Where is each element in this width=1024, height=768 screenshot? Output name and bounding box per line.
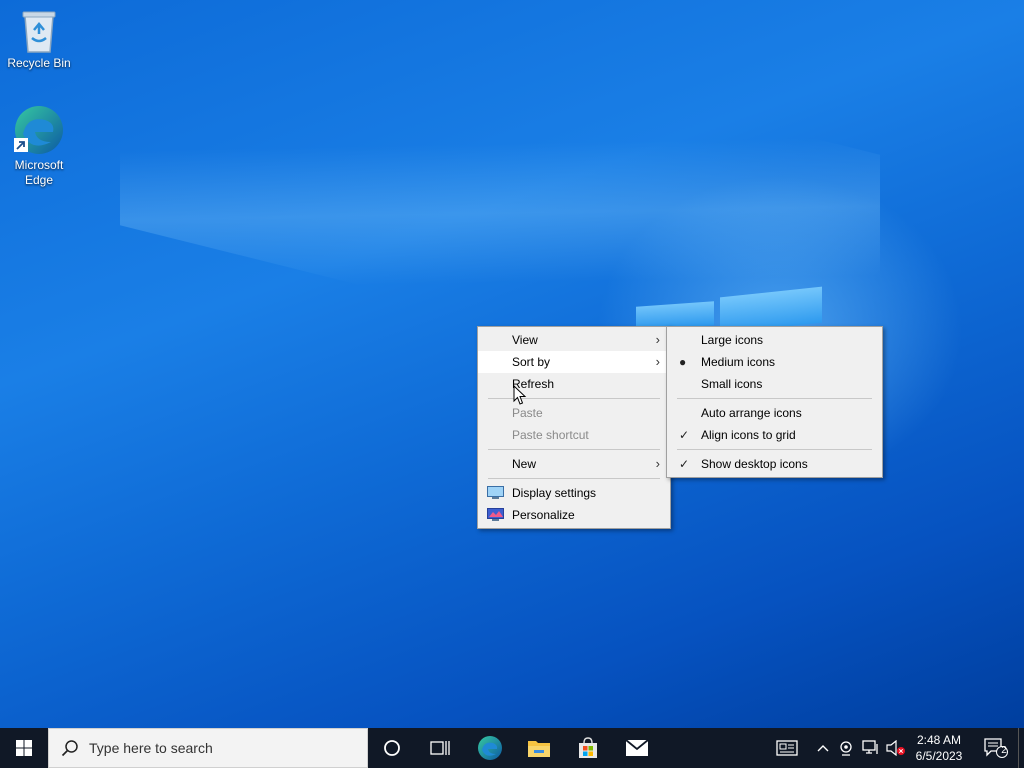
edge-icon: [14, 106, 63, 154]
chevron-right-icon: ›: [655, 332, 660, 347]
personalize-icon: [487, 508, 504, 521]
menu-item-label: New: [512, 457, 537, 471]
store-bag-icon: [579, 737, 597, 758]
windows-logo-icon: [16, 740, 32, 756]
desktop-icon-recycle-bin[interactable]: Recycle Bin: [1, 8, 77, 71]
submenu-item-align-to-grid[interactable]: ✓ Align icons to grid: [667, 424, 882, 446]
start-button[interactable]: [0, 728, 48, 768]
menu-item-label: Paste shortcut: [512, 428, 589, 442]
tray-news-widget[interactable]: [770, 728, 804, 768]
menu-item-new[interactable]: New ›: [478, 453, 670, 475]
taskbar-mail-button[interactable]: [613, 728, 661, 768]
submenu-item-show-desktop-icons[interactable]: ✓ Show desktop icons: [667, 453, 882, 475]
taskbar-file-explorer-button[interactable]: [515, 728, 563, 768]
mail-icon: [625, 739, 649, 756]
menu-item-label: View: [512, 333, 538, 347]
search-icon: [61, 740, 78, 757]
menu-item-label: Small icons: [701, 377, 763, 391]
chevron-right-icon: ›: [655, 456, 660, 471]
show-desktop-button[interactable]: [1018, 728, 1024, 768]
menu-item-label: Sort by: [512, 355, 551, 369]
menu-item-paste: Paste: [478, 402, 670, 424]
tray-show-hidden-icons[interactable]: [812, 728, 834, 768]
clock-time: 2:48 AM: [916, 733, 962, 747]
tray-clock[interactable]: 2:48 AM 6/5/2023: [910, 728, 968, 768]
cortana-button[interactable]: [368, 728, 416, 768]
menu-item-label: Personalize: [512, 508, 575, 522]
bullet-icon: ●: [679, 355, 687, 369]
desktop-icon-label: Microsoft Edge: [14, 158, 64, 187]
submenu-item-large-icons[interactable]: Large icons: [667, 329, 882, 351]
display-settings-icon: [487, 486, 504, 499]
news-icon: [776, 740, 798, 756]
view-submenu: Large icons ● Medium icons Small icons A…: [666, 326, 883, 478]
folder-icon: [528, 741, 550, 757]
taskbar-search-box[interactable]: Type here to search: [48, 728, 368, 768]
chevron-right-icon: ›: [655, 354, 660, 369]
menu-separator: [677, 398, 872, 399]
menu-item-label: Auto arrange icons: [701, 406, 802, 420]
task-view-button[interactable]: [416, 728, 464, 768]
search-placeholder: Type here to search: [89, 740, 213, 756]
network-icon: [862, 740, 878, 754]
desktop-icon-label: Recycle Bin: [7, 56, 71, 70]
task-view-icon: [430, 741, 450, 755]
menu-item-label: Medium icons: [701, 355, 776, 369]
submenu-item-medium-icons[interactable]: ● Medium icons: [667, 351, 882, 373]
menu-item-refresh[interactable]: Refresh: [478, 373, 670, 395]
tray-volume[interactable]: [884, 728, 908, 768]
desktop-icon-microsoft-edge[interactable]: Microsoft Edge: [1, 104, 77, 188]
tray-meet-now[interactable]: [836, 728, 858, 768]
submenu-item-auto-arrange[interactable]: Auto arrange icons: [667, 402, 882, 424]
chevron-up-icon: [817, 745, 829, 752]
recycle-bin-icon: [22, 11, 56, 53]
submenu-item-small-icons[interactable]: Small icons: [667, 373, 882, 395]
menu-item-label: Large icons: [701, 333, 764, 347]
taskbar: Type here to search 2:48 AM 6/5/2023 2: [0, 728, 1024, 768]
cortana-circle-icon: [384, 740, 400, 756]
menu-separator: [488, 478, 660, 479]
menu-item-display-settings[interactable]: Display settings: [478, 482, 670, 504]
menu-item-personalize[interactable]: Personalize: [478, 504, 670, 526]
webcam-icon: [840, 741, 852, 756]
taskbar-edge-button[interactable]: [466, 728, 514, 768]
menu-item-label: Display settings: [512, 486, 597, 500]
menu-item-label: Show desktop icons: [701, 457, 808, 471]
tray-network[interactable]: [860, 728, 882, 768]
mouse-cursor-icon: [513, 385, 527, 405]
desktop-context-menu: View › Sort by › Refresh Paste Paste sho…: [477, 326, 671, 529]
taskbar-store-button[interactable]: [564, 728, 612, 768]
menu-item-label: Align icons to grid: [701, 428, 796, 442]
volume-muted-icon: [886, 740, 905, 756]
checkmark-icon: ✓: [679, 428, 690, 442]
menu-item-label: Paste: [512, 406, 543, 420]
menu-separator: [677, 449, 872, 450]
clock-date: 6/5/2023: [915, 749, 963, 763]
menu-item-sort-by[interactable]: Sort by ›: [478, 351, 670, 373]
menu-item-view[interactable]: View ›: [478, 329, 670, 351]
menu-item-paste-shortcut: Paste shortcut: [478, 424, 670, 446]
edge-icon: [478, 736, 502, 760]
menu-separator: [488, 449, 660, 450]
action-center-button[interactable]: 2: [976, 728, 1016, 768]
notification-count-badge: 2: [1001, 745, 1007, 756]
checkmark-icon: ✓: [679, 457, 690, 471]
